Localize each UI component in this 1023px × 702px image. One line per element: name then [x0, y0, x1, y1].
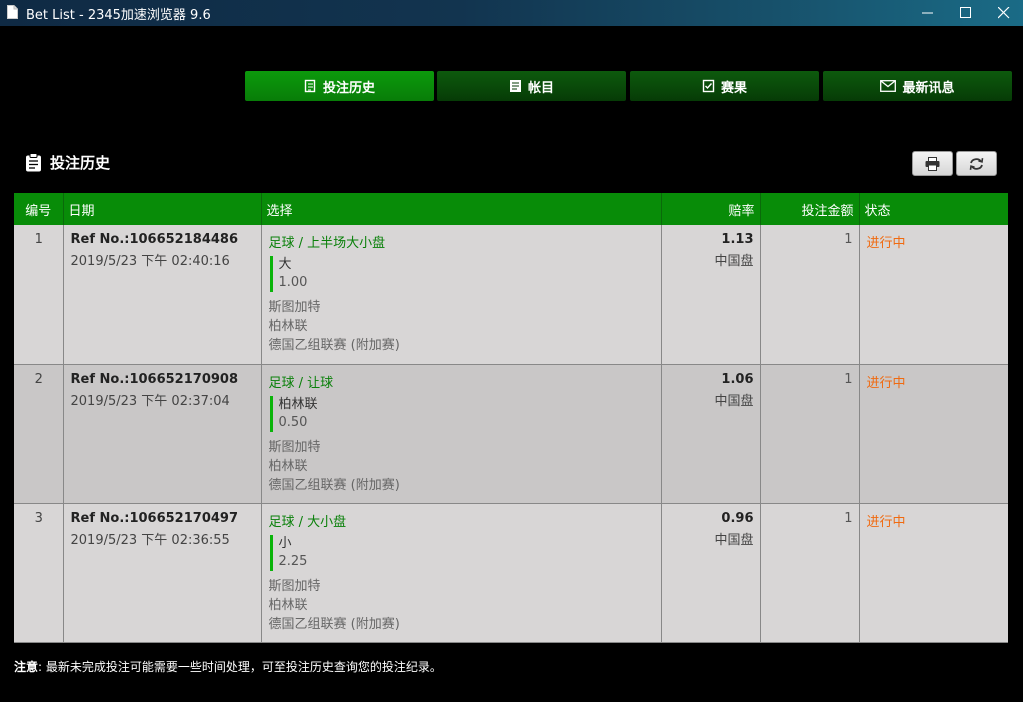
print-button[interactable]	[912, 151, 953, 176]
results-icon	[702, 79, 715, 93]
close-icon	[998, 7, 1010, 19]
close-button[interactable]	[985, 0, 1023, 26]
bet-date-cell: Ref No.:106652184486 2019/5/23 下午 02:40:…	[62, 225, 261, 365]
statement-icon	[509, 80, 521, 92]
window-title: Bet List - 2345加速浏览器 9.6	[26, 8, 211, 23]
bet-no: 1	[14, 225, 63, 365]
status-badge: 进行中	[866, 514, 906, 530]
pick-box: 大 1.00	[269, 256, 655, 292]
tab-results[interactable]: 赛果	[630, 71, 819, 101]
stake-amount: 1	[759, 364, 859, 504]
match-info: 斯图加特 柏林联 德国乙组联赛 (附加赛)	[269, 577, 655, 634]
status-cell: 进行中	[858, 364, 1008, 504]
footer-note: 注意: 最新未完成投注可能需要一些时间处理，可至投注历史查询您的投注纪录。	[14, 658, 442, 675]
tab-bet-history[interactable]: 投注历史	[245, 71, 434, 101]
handicap: 2.25	[278, 553, 308, 569]
odds-cell: 0.96 中国盘	[660, 503, 760, 643]
col-header-stake: 投注金额	[759, 193, 859, 225]
maximize-icon	[960, 7, 971, 18]
clipboard-icon	[26, 153, 41, 172]
bet-date-cell: Ref No.:106652170908 2019/5/23 下午 02:37:…	[62, 364, 261, 504]
away-team: 柏林联	[268, 458, 308, 474]
note-text: : 最新未完成投注可能需要一些时间处理，可至投注历史查询您的投注纪录。	[38, 660, 442, 674]
home-team: 斯图加特	[268, 300, 321, 315]
tab-label: 最新讯息	[902, 80, 955, 96]
home-team: 斯图加特	[268, 578, 321, 594]
tab-messages[interactable]: 最新讯息	[823, 71, 1012, 101]
refresh-button[interactable]	[956, 151, 997, 176]
bet-datetime: 2019/5/23 下午 02:36:55	[70, 532, 230, 548]
home-team: 斯图加特	[268, 439, 321, 455]
tab-label: 赛果	[720, 80, 747, 96]
col-header-date: 日期	[62, 193, 261, 225]
match-info: 斯图加特 柏林联 德国乙组联赛 (附加赛)	[269, 298, 655, 355]
status-badge: 进行中	[866, 236, 906, 251]
maximize-button[interactable]	[947, 0, 985, 26]
selection-cell: 足球 / 上半场大小盘 大 1.00 斯图加特 柏林联 德国乙组联赛 (附加赛)	[260, 225, 661, 365]
odds-type: 中国盘	[714, 393, 754, 409]
odds-type: 中国盘	[714, 254, 754, 269]
odds-value: 1.06	[721, 371, 754, 387]
selection-cell: 足球 / 让球 柏林联 0.50 斯图加特 柏林联 德国乙组联赛 (附加赛)	[260, 364, 661, 504]
document-icon	[7, 5, 18, 19]
ref-number: Ref No.:106652184486	[70, 232, 239, 247]
league: 德国乙组联赛 (附加赛)	[268, 338, 400, 353]
tab-label: 帐目	[527, 80, 554, 96]
pick: 小	[278, 535, 292, 551]
sport-market: 足球 / 让球	[268, 375, 334, 391]
status-cell: 进行中	[858, 225, 1008, 365]
odds-value: 0.96	[721, 510, 754, 526]
ref-number: Ref No.:106652170497	[70, 510, 239, 526]
bet-no: 2	[14, 364, 63, 504]
sport-market: 足球 / 大小盘	[268, 514, 347, 530]
odds-cell: 1.06 中国盘	[660, 364, 760, 504]
away-team: 柏林联	[268, 319, 308, 334]
table-row: 3 Ref No.:106652170497 2019/5/23 下午 02:3…	[14, 503, 1008, 643]
page-title: 投注历史	[50, 154, 111, 172]
bet-datetime: 2019/5/23 下午 02:40:16	[70, 254, 230, 269]
col-header-selection: 选择	[260, 193, 661, 225]
bet-datetime: 2019/5/23 下午 02:37:04	[70, 393, 230, 409]
printer-icon	[925, 156, 940, 171]
refresh-icon	[969, 157, 984, 170]
handicap: 1.00	[278, 275, 308, 290]
mail-icon	[880, 80, 897, 92]
tab-label: 投注历史	[322, 80, 375, 96]
pick: 柏林联	[278, 396, 318, 412]
pick-box: 小 2.25	[269, 534, 655, 571]
bet-no: 3	[14, 503, 63, 643]
window-titlebar: Bet List - 2345加速浏览器 9.6	[0, 0, 1023, 26]
minimize-icon	[922, 12, 933, 14]
stake-amount: 1	[759, 503, 859, 643]
minimize-button[interactable]	[909, 0, 947, 26]
stake-amount: 1	[759, 225, 859, 365]
ref-number: Ref No.:106652170908	[70, 371, 239, 387]
pick: 大	[278, 257, 292, 272]
note-label: 注意	[14, 660, 39, 674]
bet-history-icon	[304, 79, 316, 93]
status-badge: 进行中	[866, 375, 906, 391]
col-header-odds: 赔率	[660, 193, 760, 225]
bet-date-cell: Ref No.:106652170497 2019/5/23 下午 02:36:…	[62, 503, 261, 643]
selection-cell: 足球 / 大小盘 小 2.25 斯图加特 柏林联 德国乙组联赛 (附加赛)	[260, 503, 661, 643]
league: 德国乙组联赛 (附加赛)	[268, 616, 400, 632]
league: 德国乙组联赛 (附加赛)	[268, 477, 400, 493]
page-heading: 投注历史	[25, 152, 110, 173]
odds-value: 1.13	[721, 232, 754, 247]
bet-list-table: 编号 日期 选择 赔率 投注金额 状态 1 Ref No.:1066521844…	[14, 193, 1008, 643]
away-team: 柏林联	[268, 597, 308, 613]
tab-statement[interactable]: 帐目	[437, 71, 626, 101]
odds-cell: 1.13 中国盘	[660, 225, 760, 365]
table-header-row: 编号 日期 选择 赔率 投注金额 状态	[14, 193, 1008, 225]
odds-type: 中国盘	[714, 532, 754, 548]
sport-market: 足球 / 上半场大小盘	[268, 236, 386, 251]
table-row: 2 Ref No.:106652170908 2019/5/23 下午 02:3…	[14, 364, 1008, 504]
col-header-status: 状态	[858, 193, 1008, 225]
pick-box: 柏林联 0.50	[269, 395, 655, 432]
handicap: 0.50	[278, 414, 308, 430]
status-cell: 进行中	[858, 503, 1008, 643]
table-row: 1 Ref No.:106652184486 2019/5/23 下午 02:4…	[14, 225, 1008, 365]
match-info: 斯图加特 柏林联 德国乙组联赛 (附加赛)	[269, 438, 655, 495]
col-header-no: 编号	[14, 193, 63, 225]
